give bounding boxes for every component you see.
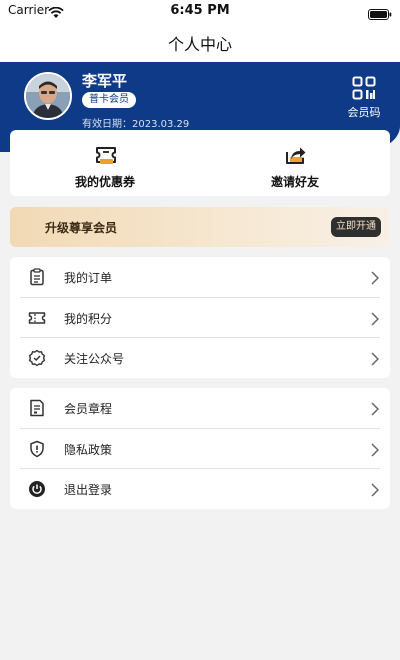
clipboard-icon bbox=[28, 268, 46, 286]
menu-label-logout: 退出登录 bbox=[64, 483, 113, 497]
power-icon bbox=[28, 480, 46, 498]
chevron-right-icon bbox=[371, 482, 380, 501]
activate-now-button[interactable]: 立即开通 bbox=[331, 217, 381, 237]
quick-actions-card: 我的优惠券 邀请好友 bbox=[10, 130, 390, 196]
member-code-button[interactable]: 会员码 bbox=[343, 76, 385, 120]
shield-icon bbox=[28, 440, 46, 458]
chevron-right-icon bbox=[371, 351, 380, 370]
nav-bar: 个人中心 bbox=[0, 22, 400, 62]
chevron-right-icon bbox=[371, 270, 380, 289]
menu-item-follow-official[interactable]: 关注公众号 bbox=[20, 337, 380, 377]
menu-label-follow-official: 关注公众号 bbox=[64, 352, 125, 366]
page-title: 个人中心 bbox=[167, 35, 232, 54]
menu-item-points[interactable]: 我的积分 bbox=[20, 297, 380, 337]
user-name: 李军平 bbox=[82, 72, 128, 90]
avatar[interactable] bbox=[24, 72, 72, 120]
invite-friends-button[interactable]: 邀请好友 bbox=[200, 130, 390, 196]
menu-group-settings: 会员章程 隐私政策 退出登录 bbox=[10, 388, 390, 509]
member-level-badge: 普卡会员 bbox=[82, 92, 136, 108]
document-icon bbox=[28, 399, 46, 417]
valid-date-value: 2023.03.29 bbox=[132, 119, 190, 130]
ticket-icon bbox=[28, 309, 46, 327]
menu-label-orders: 我的订单 bbox=[64, 271, 113, 285]
menu-group-account: 我的订单 我的积分 关注公众号 bbox=[10, 257, 390, 378]
menu-label-points: 我的积分 bbox=[64, 312, 113, 326]
menu-item-membership-rules[interactable]: 会员章程 bbox=[20, 388, 380, 428]
chevron-right-icon bbox=[371, 442, 380, 461]
menu-label-privacy-policy: 隐私政策 bbox=[64, 443, 113, 457]
share-icon bbox=[284, 144, 308, 170]
menu-item-orders[interactable]: 我的订单 bbox=[20, 257, 380, 297]
valid-date: 有效日期：2023.03.29 bbox=[82, 115, 189, 130]
menu-item-logout[interactable]: 退出登录 bbox=[20, 468, 380, 508]
invite-friends-label: 邀请好友 bbox=[270, 175, 319, 189]
coupon-icon bbox=[94, 144, 118, 170]
qrcode-icon bbox=[343, 76, 385, 100]
my-coupons-label: 我的优惠券 bbox=[74, 175, 135, 189]
status-bar: Carrier 6:45 PM bbox=[0, 0, 400, 22]
chevron-right-icon bbox=[371, 401, 380, 420]
my-coupons-button[interactable]: 我的优惠券 bbox=[10, 130, 200, 196]
badge-check-icon bbox=[28, 349, 46, 367]
valid-date-label: 有效日期： bbox=[82, 119, 132, 130]
menu-item-privacy-policy[interactable]: 隐私政策 bbox=[20, 428, 380, 468]
menu-label-membership-rules: 会员章程 bbox=[64, 402, 113, 416]
clock: 6:45 PM bbox=[170, 3, 230, 18]
member-code-label: 会员码 bbox=[347, 106, 381, 119]
upgrade-text: 升级尊享会员 bbox=[45, 221, 118, 235]
chevron-right-icon bbox=[371, 311, 380, 330]
upgrade-banner[interactable]: 升级尊享会员 立即开通 bbox=[10, 207, 390, 247]
